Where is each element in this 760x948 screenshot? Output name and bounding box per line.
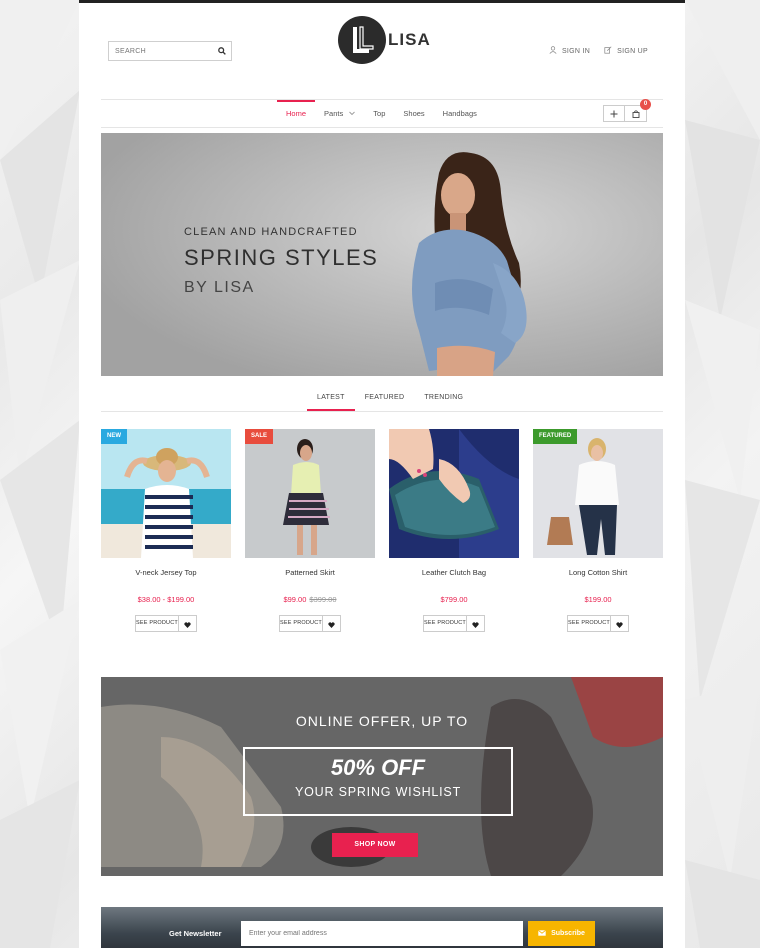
wishlist-button[interactable]	[611, 615, 629, 632]
product-name[interactable]: Patterned Skirt	[245, 568, 375, 578]
product-price: $38.00 - $199.00	[101, 595, 231, 604]
nav-item-handbags[interactable]: Handbags	[434, 100, 486, 128]
cart-count-badge: 0	[640, 99, 651, 110]
see-product-button[interactable]: SEE PRODUCT	[279, 615, 323, 632]
shop-now-button[interactable]: SHOP NOW	[332, 833, 418, 857]
chevron-down-icon	[349, 109, 356, 118]
logo[interactable]: LISA	[338, 16, 431, 64]
offer-heading: ONLINE OFFER, UP TO	[295, 713, 469, 729]
nav-item-home[interactable]: Home	[277, 100, 316, 128]
tab-list: LATEST FEATURED TRENDING	[307, 389, 473, 411]
heart-icon	[472, 615, 479, 633]
tab-trending[interactable]: TRENDING	[414, 389, 473, 411]
product-badge: SALE	[245, 429, 274, 444]
heart-icon	[184, 615, 191, 633]
price-current: $38.00 - $199.00	[137, 595, 195, 604]
nav-item-shoes[interactable]: Shoes	[394, 100, 433, 128]
heart-icon	[328, 615, 335, 633]
search-box	[108, 41, 232, 61]
wishlist-button[interactable]	[179, 615, 197, 632]
product-image[interactable]: FEATURED	[533, 429, 663, 558]
product-actions: SEE PRODUCT	[533, 615, 663, 632]
sign-up-link[interactable]: SIGN UP	[604, 46, 648, 56]
price-old: $399.00	[309, 595, 337, 604]
product-card: NEW V-neck Jersey Top $38.00 - $199.00 S…	[101, 429, 231, 632]
envelope-icon	[538, 929, 547, 938]
nav-item-pants-label: Pants	[324, 109, 344, 118]
price-current: $199.00	[584, 595, 612, 604]
logo-mark	[338, 16, 386, 64]
product-actions: SEE PRODUCT	[101, 615, 231, 632]
hero-banner[interactable]: CLEAN AND HANDCRAFTED SPRING STYLES BY L…	[101, 133, 663, 376]
search-input[interactable]	[109, 42, 213, 60]
product-card: SALE Patterned Skirt $99.00 $399.00 SEE P…	[245, 429, 375, 632]
edit-icon	[604, 46, 612, 56]
see-product-button[interactable]: SEE PRODUCT	[135, 615, 179, 632]
page-container: LISA SIGN IN SIGN UP Home Pants Top	[79, 0, 685, 948]
nav-item-top[interactable]: Top	[364, 100, 394, 128]
newsletter-label: Get Newsletter	[169, 929, 222, 938]
product-badge: NEW	[101, 429, 127, 444]
product-image[interactable]: NEW	[101, 429, 231, 558]
offer-box: 50% OFF YOUR SPRING WISHLIST	[243, 747, 513, 816]
main-nav: Home Pants Top Shoes Handbags 0	[101, 99, 663, 128]
add-button[interactable]	[603, 105, 625, 122]
sign-up-label: SIGN UP	[617, 47, 648, 55]
hero-subtitle: CLEAN AND HANDCRAFTED	[184, 226, 358, 238]
price-current: $99.00	[283, 595, 307, 604]
price-current: $799.00	[440, 595, 468, 604]
product-name[interactable]: Long Cotton Shirt	[533, 568, 663, 578]
product-tabs: LATEST FEATURED TRENDING	[101, 389, 663, 412]
product-price: $199.00	[533, 595, 663, 604]
product-name[interactable]: V-neck Jersey Top	[101, 568, 231, 578]
sign-in-label: SIGN IN	[561, 47, 591, 55]
wishlist-button[interactable]	[323, 615, 341, 632]
product-actions: SEE PRODUCT	[245, 615, 375, 632]
product-price: $799.00	[389, 595, 519, 604]
hero-byline: BY LISA	[184, 279, 255, 296]
email-field[interactable]	[241, 921, 523, 946]
sign-in-link[interactable]: SIGN IN	[549, 46, 590, 56]
see-product-button[interactable]: SEE PRODUCT	[567, 615, 611, 632]
product-card: Leather Clutch Bag $799.00 SEE PRODUCT	[389, 429, 519, 632]
shopping-bag-icon	[632, 105, 640, 123]
product-card: FEATURED Long Cotton Shirt $199.00 SEE P…	[533, 429, 663, 632]
plus-icon	[610, 105, 618, 123]
tab-featured[interactable]: FEATURED	[355, 389, 415, 411]
product-badge: FEATURED	[533, 429, 578, 444]
nav-buttons: 0	[603, 99, 651, 123]
logo-text: LISA	[388, 30, 431, 49]
tab-latest[interactable]: LATEST	[307, 389, 355, 411]
auth-links: SIGN IN SIGN UP	[549, 46, 648, 56]
search-icon[interactable]	[213, 42, 231, 60]
nav-menu: Home Pants Top Shoes Handbags	[277, 100, 486, 128]
product-price: $99.00 $399.00	[245, 595, 375, 604]
hero-title: SPRING STYLES	[184, 245, 379, 270]
product-image[interactable]	[389, 429, 519, 558]
wishlist-button[interactable]	[467, 615, 485, 632]
offer-banner: ONLINE OFFER, UP TO 50% OFF YOUR SPRING …	[101, 677, 663, 876]
user-icon	[549, 46, 557, 56]
offer-tagline: YOUR SPRING WISHLIST	[294, 785, 462, 799]
newsletter-bar: Get Newsletter Subscribe	[101, 907, 663, 948]
offer-percent: 50% OFF	[330, 755, 426, 780]
heart-icon	[616, 615, 623, 633]
cart-button[interactable]: 0	[625, 99, 651, 123]
nav-item-pants[interactable]: Pants	[315, 100, 364, 128]
subscribe-button[interactable]: Subscribe	[528, 921, 595, 946]
product-image[interactable]: SALE	[245, 429, 375, 558]
product-actions: SEE PRODUCT	[389, 615, 519, 632]
product-name[interactable]: Leather Clutch Bag	[389, 568, 519, 578]
see-product-button[interactable]: SEE PRODUCT	[423, 615, 467, 632]
subscribe-label: Subscribe	[551, 930, 585, 937]
